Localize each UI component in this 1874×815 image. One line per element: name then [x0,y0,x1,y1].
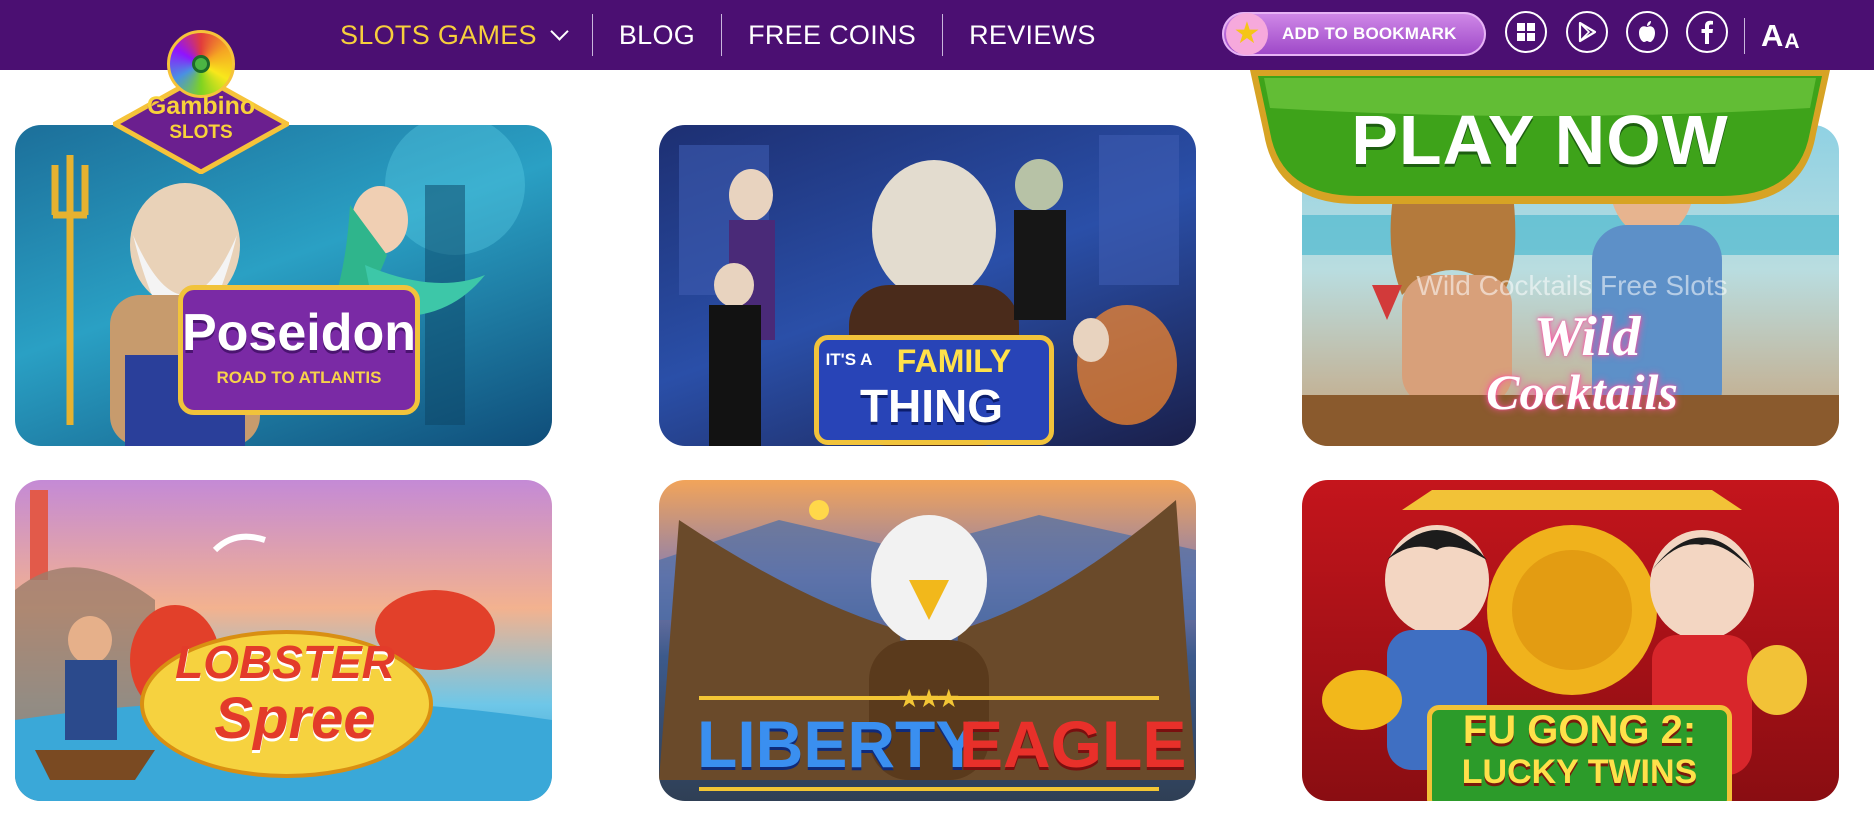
game-subtitle: ROAD TO ATLANTIS [216,368,382,387]
watermark-text: Wild Cocktails Free Slots [1416,270,1728,301]
game-title-line2: EAGLE [959,707,1187,781]
game-title-line1: FU GONG 2: [1462,708,1697,752]
game-title-line2: Spree [214,686,376,751]
game-title-line2: LUCKY TWINS [1461,753,1698,791]
nav-blog-label: BLOG [618,19,696,50]
play-now-label: PLAY NOW [1351,101,1729,179]
add-to-bookmark-button[interactable]: ★ ADD TO BOOKMARK [1222,12,1486,56]
game-title-line1: LOBSTER [175,636,395,688]
game-title-line1: LIBERTY [697,707,980,781]
nav-slots-games[interactable]: SLOTS GAMES [320,14,593,56]
gambino-slots-logo[interactable]: Gambino SLOTS [88,28,314,178]
game-title-line2: Cocktails [1486,364,1678,420]
wheel-icon [167,30,235,98]
star-icon: ★ [1226,13,1268,55]
nav-free-coins-label: FREE COINS [748,19,917,50]
font-size-toggle[interactable]: AA [1744,18,1800,54]
game-title-line3: THING [859,380,1004,432]
chevron-down-icon [550,21,569,41]
nav-free-coins[interactable]: FREE COINS [722,14,944,56]
play-now-button[interactable]: PLAY NOW [1244,64,1836,210]
font-size-small-label: A [1784,30,1800,53]
nav-slots-games-label: SLOTS GAMES [340,19,537,50]
main-nav: SLOTS GAMES BLOG FREE COINS REVIEWS [320,0,1122,70]
game-title: Poseidon [181,304,417,362]
game-card-lobster-spree[interactable]: LOBSTER Spree [15,480,552,801]
logo-text-gambino: Gambino [146,92,256,120]
bookmark-label: ADD TO BOOKMARK [1282,24,1457,43]
apple-icon[interactable] [1626,11,1668,53]
nav-reviews-label: REVIEWS [969,19,1096,50]
game-card-fu-gong-2[interactable]: FU GONG 2: LUCKY TWINS [1302,480,1839,801]
game-title-line1: Wild [1533,306,1641,368]
game-card-liberty-eagle[interactable]: ★★★ LIBERTY EAGLE [659,480,1196,801]
facebook-icon[interactable] [1686,11,1728,53]
windows-icon[interactable] [1505,11,1547,53]
nav-blog[interactable]: BLOG [593,14,723,56]
logo-bottom-line [699,787,1159,791]
game-title-line2: FAMILY [896,343,1012,379]
google-play-icon[interactable] [1566,11,1608,53]
logo-text-slots: SLOTS [169,122,233,143]
font-size-big-label: A [1761,18,1784,53]
nav-reviews[interactable]: REVIEWS [943,14,1122,56]
game-card-family-thing[interactable]: IT'S A FAMILY THING [659,125,1196,446]
